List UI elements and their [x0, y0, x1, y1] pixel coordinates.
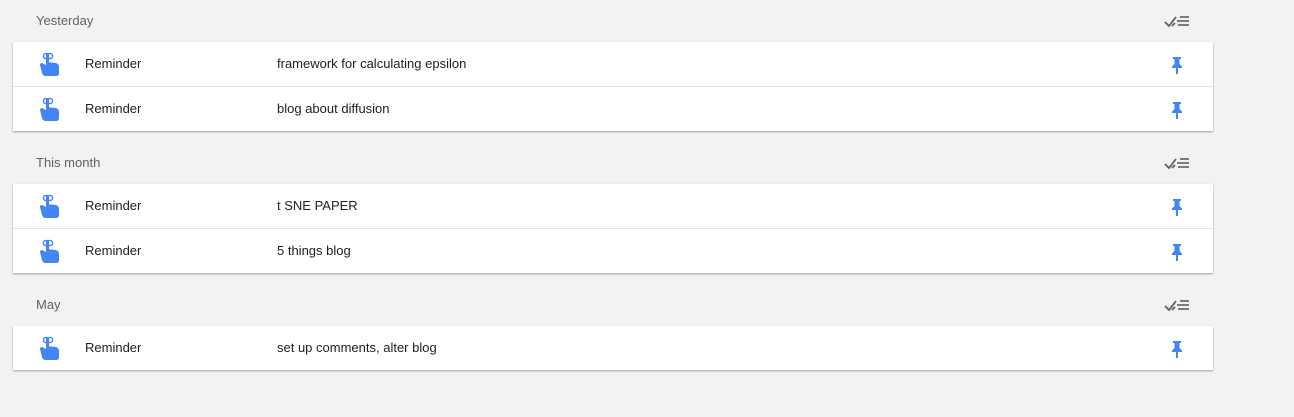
reminder-type-label: Reminder: [85, 101, 142, 116]
reminder-card: Reminder set up comments, alter blog: [13, 326, 1213, 370]
pin-icon[interactable]: [1167, 242, 1187, 262]
reminder-text: t SNE PAPER: [277, 198, 358, 213]
section-header: Yesterday: [13, 0, 1213, 42]
reminder-text: blog about diffusion: [277, 101, 390, 116]
section-header: This month: [13, 142, 1213, 184]
reminder-text: framework for calculating epsilon: [277, 56, 467, 71]
reminder-hand-icon: [40, 336, 59, 360]
mark-all-done-button[interactable]: [1163, 152, 1191, 174]
reminder-text: 5 things blog: [277, 243, 351, 258]
reminder-type-label: Reminder: [85, 198, 142, 213]
reminder-row[interactable]: Reminder 5 things blog: [13, 228, 1213, 273]
mark-all-done-button[interactable]: [1163, 10, 1191, 32]
reminder-hand-icon: [40, 52, 59, 76]
pin-icon[interactable]: [1167, 55, 1187, 75]
section-title: May: [36, 297, 61, 312]
reminder-hand-icon: [40, 239, 59, 263]
reminders-page: Yesterday Reminder framework for calcula…: [0, 0, 1294, 417]
reminder-row[interactable]: Reminder set up comments, alter blog: [13, 326, 1213, 370]
reminder-hand-icon: [40, 97, 59, 121]
done-all-icon: [1164, 300, 1189, 312]
section-yesterday: Yesterday Reminder framework for calcula…: [13, 0, 1213, 131]
pin-icon[interactable]: [1167, 197, 1187, 217]
pin-icon[interactable]: [1167, 339, 1187, 359]
reminder-card: Reminder t SNE PAPER Reminder 5 things b…: [13, 184, 1213, 273]
reminder-text: set up comments, alter blog: [277, 340, 437, 355]
reminder-type-label: Reminder: [85, 56, 142, 71]
reminder-card: Reminder framework for calculating epsil…: [13, 42, 1213, 131]
reminder-row[interactable]: Reminder blog about diffusion: [13, 86, 1213, 131]
reminder-type-label: Reminder: [85, 340, 142, 355]
reminder-hand-icon: [40, 194, 59, 218]
section-title: Yesterday: [36, 13, 94, 28]
reminder-type-label: Reminder: [85, 243, 142, 258]
pin-icon[interactable]: [1167, 100, 1187, 120]
reminder-row[interactable]: Reminder t SNE PAPER: [13, 184, 1213, 228]
section-this-month: This month Reminder t SNE PAPER Reminder…: [13, 142, 1213, 273]
done-all-icon: [1164, 16, 1189, 28]
reminder-row[interactable]: Reminder framework for calculating epsil…: [13, 42, 1213, 86]
mark-all-done-button[interactable]: [1163, 294, 1191, 316]
section-title: This month: [36, 155, 101, 170]
section-header: May: [13, 284, 1213, 326]
done-all-icon: [1164, 158, 1189, 170]
section-may: May Reminder set up comments, alter blog: [13, 284, 1213, 370]
